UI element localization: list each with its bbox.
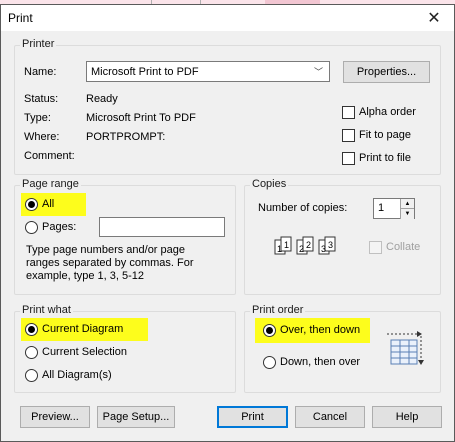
- close-icon: ✕: [427, 10, 441, 27]
- printer-name-select[interactable]: Microsoft Print to PDF ﹀: [86, 61, 330, 82]
- properties-button-label: Properties...: [356, 66, 417, 78]
- copies-group: Copies Number of copies: 1 ▲ ▼ 1 1 2 2 3…: [244, 178, 441, 295]
- page-range-group-label: Page range: [20, 178, 81, 190]
- print-button[interactable]: Print: [217, 406, 288, 428]
- fit-to-page-label: Fit to page: [359, 129, 411, 141]
- name-label: Name:: [24, 66, 57, 78]
- help-button-label: Help: [395, 411, 419, 423]
- svg-text:2: 2: [299, 244, 304, 254]
- where-label: Where:: [24, 131, 60, 143]
- over-then-down-label: Over, then down: [280, 324, 361, 336]
- preview-button-label: Preview...: [31, 411, 79, 423]
- print-order-group-label: Print order: [250, 304, 306, 316]
- printer-group-label: Printer: [20, 38, 57, 50]
- svg-text:2: 2: [306, 240, 311, 250]
- printer-name-value: Microsoft Print to PDF: [91, 66, 199, 78]
- print-to-file-label: Print to file: [359, 152, 411, 164]
- page-range-all-label: All: [42, 198, 55, 210]
- print-what-group: Print what Current Diagram Current Selec…: [14, 304, 236, 393]
- print-order-group: Print order Over, then down Down, then o…: [244, 304, 441, 393]
- collate-pages-icon: 1 1 2 2 3 3: [274, 236, 336, 255]
- page-setup-button[interactable]: Page Setup...: [97, 406, 175, 428]
- print-order-icon: [387, 331, 424, 365]
- svg-text:1: 1: [284, 240, 289, 250]
- svg-text:3: 3: [321, 244, 326, 254]
- collate-checkbox[interactable]: [369, 241, 382, 254]
- page-range-pages-radio[interactable]: [25, 221, 38, 234]
- all-diagrams-label: All Diagram(s): [42, 369, 112, 381]
- current-selection-radio[interactable]: [25, 346, 38, 359]
- alpha-order-checkbox[interactable]: [342, 106, 355, 119]
- help-button[interactable]: Help: [372, 406, 442, 428]
- all-diagrams-radio[interactable]: [25, 369, 38, 382]
- status-value: Ready: [86, 93, 118, 105]
- print-dialog: Print ✕ Printer Name: Microsoft Print to…: [0, 4, 455, 442]
- page-range-help-text: Type page numbers and/or page ranges sep…: [26, 244, 194, 282]
- print-button-label: Print: [241, 411, 264, 423]
- copies-value: 1: [378, 202, 385, 214]
- comment-label: Comment:: [24, 150, 75, 162]
- current-diagram-label: Current Diagram: [42, 323, 124, 335]
- down-then-over-label: Down, then over: [280, 356, 361, 368]
- print-to-file-checkbox[interactable]: [342, 152, 355, 165]
- cancel-button[interactable]: Cancel: [295, 406, 365, 428]
- current-selection-label: Current Selection: [42, 346, 127, 358]
- page-range-group: Page range All Pages: Type page numbers …: [14, 178, 236, 295]
- increment-arrow-icon[interactable]: ▲: [400, 199, 414, 209]
- type-label: Type:: [24, 112, 51, 124]
- decrement-arrow-icon[interactable]: ▼: [400, 209, 414, 219]
- page-setup-button-label: Page Setup...: [102, 411, 170, 423]
- chevron-down-icon: ﹀: [313, 67, 323, 77]
- cancel-button-label: Cancel: [312, 411, 348, 423]
- copies-group-label: Copies: [250, 178, 289, 190]
- svg-text:1: 1: [277, 244, 282, 254]
- fit-to-page-checkbox[interactable]: [342, 129, 355, 142]
- page-range-pages-label: Pages:: [42, 221, 77, 233]
- print-what-group-label: Print what: [20, 304, 73, 316]
- collate-label: Collate: [386, 241, 421, 253]
- status-label: Status:: [24, 93, 59, 105]
- properties-button[interactable]: Properties...: [343, 61, 430, 83]
- type-value: Microsoft Print To PDF: [86, 112, 196, 124]
- number-of-copies-label: Number of copies:: [258, 202, 348, 214]
- alpha-order-label: Alpha order: [359, 106, 416, 118]
- page-range-all-radio[interactable]: [25, 198, 38, 211]
- svg-text:3: 3: [328, 240, 333, 250]
- down-then-over-radio[interactable]: [263, 356, 276, 369]
- copies-stepper[interactable]: 1 ▲ ▼: [373, 198, 415, 219]
- dialog-title: Print: [8, 11, 33, 25]
- where-value: PORTPROMPT:: [86, 131, 166, 143]
- title-bar: Print ✕: [1, 5, 454, 31]
- over-then-down-radio[interactable]: [263, 324, 276, 337]
- close-button[interactable]: ✕: [414, 5, 454, 31]
- current-diagram-radio[interactable]: [25, 323, 38, 336]
- preview-button[interactable]: Preview...: [20, 406, 90, 428]
- pages-input[interactable]: [99, 217, 225, 237]
- printer-group: Printer Name: Microsoft Print to PDF ﹀ P…: [14, 38, 441, 175]
